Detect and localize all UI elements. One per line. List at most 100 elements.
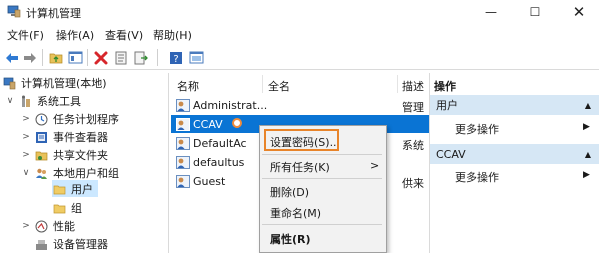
chevron-right-icon[interactable]: > bbox=[21, 114, 31, 124]
column-header-fullname[interactable]: 全名 bbox=[268, 78, 290, 94]
context-menu-all-tasks[interactable]: 所有任务(K) bbox=[270, 159, 330, 175]
tree-item-users[interactable]: 用户 bbox=[53, 180, 93, 198]
tree-item-label: 事件查看器 bbox=[53, 131, 108, 144]
click-marker bbox=[232, 118, 242, 128]
export-list-icon[interactable] bbox=[133, 50, 149, 65]
list-row-defaultuser[interactable]: defaultus bbox=[176, 153, 244, 171]
collapse-triangle-icon[interactable]: ▲ bbox=[585, 101, 591, 110]
tree-item-system-tools[interactable]: ∨ 系统工具 bbox=[5, 92, 81, 110]
tree-item-label: 计算机管理(本地) bbox=[21, 77, 107, 90]
submenu-arrow-icon[interactable]: > bbox=[370, 159, 379, 172]
column-divider[interactable] bbox=[397, 75, 398, 93]
tree-item-label: 性能 bbox=[53, 220, 75, 233]
collapse-triangle-icon[interactable]: ▲ bbox=[585, 150, 591, 159]
actions-section-title: CCAV bbox=[436, 147, 466, 161]
computer-management-icon bbox=[7, 5, 21, 18]
list-row-ccav[interactable]: CCAV bbox=[176, 115, 223, 133]
user-description: 管理 bbox=[402, 101, 424, 114]
device-manager-icon bbox=[36, 239, 47, 250]
folder-icon bbox=[53, 204, 66, 213]
folder-icon bbox=[53, 185, 66, 194]
tree-item-label: 本地用户和组 bbox=[53, 167, 119, 180]
more-actions-users[interactable]: 更多操作 bbox=[455, 121, 499, 137]
tree-item-label: 共享文件夹 bbox=[53, 149, 108, 162]
column-divider[interactable] bbox=[262, 75, 263, 93]
maximize-button[interactable]: ☐ bbox=[515, 0, 555, 24]
chevron-right-icon[interactable]: > bbox=[21, 150, 31, 160]
submenu-arrow-icon[interactable]: ▶ bbox=[583, 122, 590, 132]
tree-item-shared-folders[interactable]: > 共享文件夹 bbox=[21, 146, 108, 164]
tree-item-label: 设备管理器 bbox=[53, 238, 108, 251]
column-header-name[interactable]: 名称 bbox=[177, 78, 199, 94]
actions-section-users[interactable]: 用户 ▲ bbox=[430, 95, 599, 115]
tree-item-groups[interactable]: 组 bbox=[53, 199, 82, 217]
list-row-defaultaccount[interactable]: DefaultAc bbox=[176, 134, 247, 152]
menu-help[interactable]: 帮助(H) bbox=[153, 27, 192, 43]
user-name: DefaultAc bbox=[193, 136, 247, 150]
user-icon bbox=[176, 136, 190, 150]
event-viewer-icon bbox=[36, 131, 47, 143]
minimize-button[interactable]: — bbox=[471, 0, 511, 24]
up-folder-icon[interactable] bbox=[48, 50, 64, 65]
user-name: Guest bbox=[193, 174, 226, 188]
computer-management-icon bbox=[3, 77, 16, 89]
menu-separator bbox=[262, 178, 382, 179]
tree-item-task-scheduler[interactable]: > 任务计划程序 bbox=[21, 110, 119, 128]
tree-item-performance[interactable]: > 性能 bbox=[21, 217, 75, 235]
menu-separator bbox=[262, 224, 382, 225]
forward-arrow-icon[interactable] bbox=[22, 50, 38, 65]
back-arrow-icon[interactable] bbox=[4, 50, 20, 65]
properties-icon[interactable] bbox=[113, 50, 129, 65]
shared-folder-icon bbox=[35, 151, 48, 160]
toolbar-separator bbox=[87, 49, 88, 66]
user-icon bbox=[176, 98, 190, 112]
context-menu-rename[interactable]: 重命名(M) bbox=[270, 205, 321, 221]
performance-icon bbox=[35, 220, 48, 232]
chevron-right-icon[interactable]: > bbox=[21, 132, 31, 142]
menu-action[interactable]: 操作(A) bbox=[56, 27, 94, 43]
column-header-description[interactable]: 描述 bbox=[402, 78, 424, 94]
toolbar-separator bbox=[42, 49, 43, 66]
tree-item-computer-management[interactable]: 计算机管理(本地) bbox=[3, 74, 107, 92]
svg-text:?: ? bbox=[173, 54, 178, 65]
submenu-arrow-icon[interactable]: ▶ bbox=[583, 170, 590, 180]
close-button[interactable]: ✕ bbox=[559, 0, 599, 24]
toolbar bbox=[0, 45, 599, 70]
tree-item-label: 任务计划程序 bbox=[53, 113, 119, 126]
delete-icon[interactable] bbox=[93, 50, 109, 65]
toolbar-separator bbox=[157, 49, 158, 66]
show-hide-tree-icon[interactable] bbox=[67, 50, 83, 65]
context-menu-properties[interactable]: 属性(R) bbox=[270, 231, 311, 247]
context-menu-delete[interactable]: 删除(D) bbox=[270, 184, 309, 200]
menu-separator bbox=[262, 154, 382, 155]
set-password-highlight-box bbox=[264, 129, 339, 151]
tree-item-event-viewer[interactable]: > 事件查看器 bbox=[21, 128, 108, 146]
clock-icon bbox=[35, 113, 48, 125]
user-name: defaultus bbox=[193, 155, 245, 169]
tree-item-label: 组 bbox=[71, 202, 82, 215]
user-description: 供来 bbox=[402, 177, 424, 190]
menu-file[interactable]: 文件(F) bbox=[7, 27, 44, 43]
system-tools-icon bbox=[22, 95, 30, 107]
user-icon bbox=[176, 117, 190, 131]
user-name: Administrat... bbox=[193, 98, 268, 112]
list-row-guest[interactable]: Guest bbox=[176, 172, 225, 190]
users-groups-icon bbox=[36, 168, 47, 179]
chevron-down-icon[interactable]: ∨ bbox=[21, 168, 31, 178]
more-actions-ccav[interactable]: 更多操作 bbox=[455, 169, 499, 185]
actions-header: 操作 bbox=[434, 80, 456, 93]
actions-section-title: 用户 bbox=[436, 99, 458, 112]
help-icon[interactable]: ? bbox=[168, 50, 184, 65]
actions-section-ccav[interactable]: CCAV ▲ bbox=[430, 144, 599, 164]
tree-item-label: 系统工具 bbox=[37, 95, 81, 108]
chevron-right-icon[interactable]: > bbox=[21, 221, 31, 231]
user-description: 系统 bbox=[402, 139, 424, 152]
tree-item-device-manager[interactable]: 设备管理器 bbox=[35, 235, 108, 253]
mmc-view-icon[interactable] bbox=[188, 50, 204, 65]
chevron-down-icon[interactable]: ∨ bbox=[5, 96, 15, 106]
tree-item-label: 用户 bbox=[71, 183, 93, 196]
menu-view[interactable]: 查看(V) bbox=[105, 27, 143, 43]
list-row-administrator[interactable]: Administrat... bbox=[176, 96, 267, 114]
user-icon bbox=[176, 174, 190, 188]
user-icon bbox=[176, 155, 190, 169]
